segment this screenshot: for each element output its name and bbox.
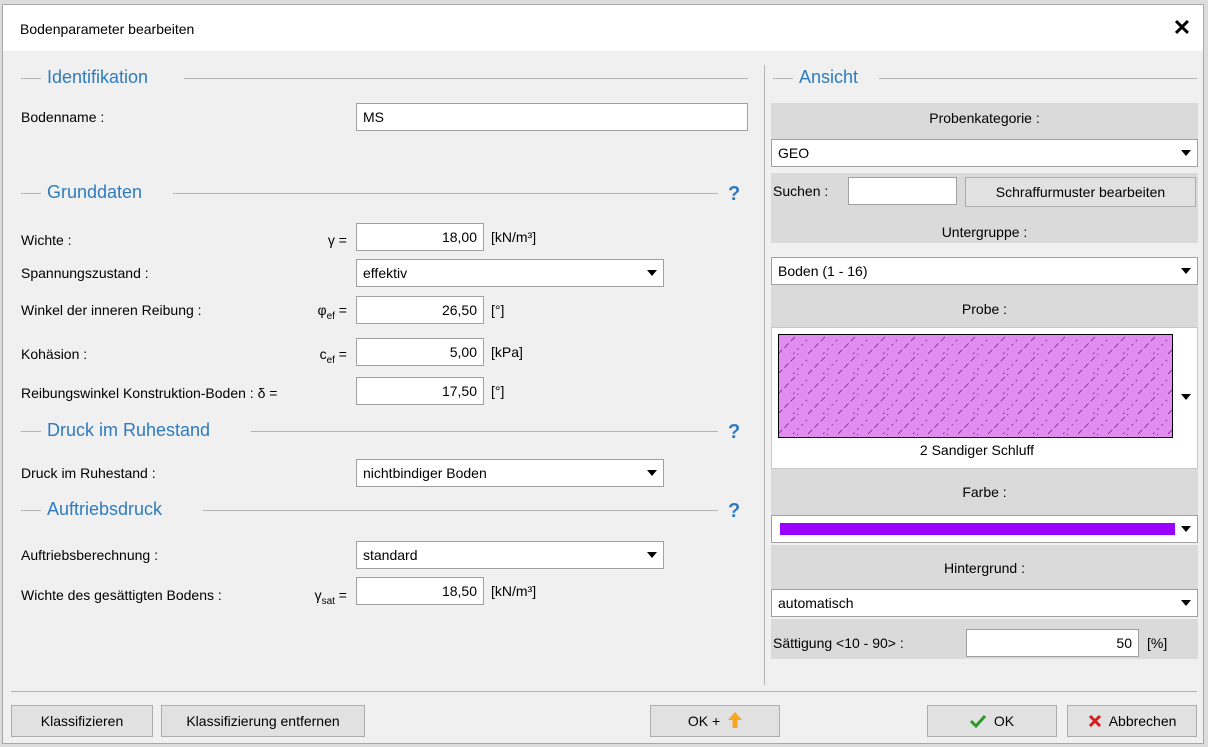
hintergrund-label: Hintergrund : (944, 560, 1025, 576)
section-line (203, 510, 718, 511)
suchen-input[interactable] (848, 177, 957, 205)
reibungswinkel-label: Reibungswinkel Konstruktion-Boden : δ = (21, 385, 278, 401)
bodenname-input[interactable]: MS (356, 103, 748, 131)
spannungszustand-label: Spannungszustand : (21, 265, 149, 281)
help-icon-druck[interactable]: ? (728, 421, 740, 444)
gesaettigt-symbol: γsat = (314, 587, 347, 607)
probenkategorie-select[interactable]: GEO (771, 139, 1198, 167)
untergruppe-value: Boden (1 - 16) (778, 263, 868, 279)
abbrechen-label: Abbrechen (1108, 713, 1177, 729)
close-icon[interactable]: ✕ (1169, 15, 1195, 41)
section-line (773, 78, 793, 79)
druck-select[interactable]: nichtbindiger Boden (356, 459, 664, 487)
ok-button[interactable]: OK (927, 705, 1057, 737)
hintergrund-value: automatisch (778, 595, 854, 611)
chevron-down-icon (1181, 526, 1191, 532)
spannungszustand-value: effektiv (363, 265, 408, 281)
saettigung-unit: [%] (1147, 635, 1168, 651)
checkmark-icon (969, 714, 987, 729)
winkel-label: Winkel der inneren Reibung : (21, 302, 202, 318)
section-title-grunddaten: Grunddaten (47, 182, 143, 202)
section-line (21, 431, 41, 432)
cancel-x-icon (1088, 714, 1101, 728)
chevron-down-icon (1181, 268, 1191, 274)
spannungszustand-select[interactable]: effektiv (356, 259, 664, 287)
reibungswinkel-unit: [°] (491, 383, 505, 399)
auftriebsberechnung-select[interactable]: standard (356, 541, 664, 569)
wichte-input[interactable]: 18,00 (356, 223, 484, 251)
chevron-down-icon (1181, 600, 1191, 606)
probenkategorie-value: GEO (778, 145, 810, 161)
saettigung-label: Sättigung <10 - 90> : (773, 635, 904, 651)
section-line (173, 193, 718, 194)
gesaettigt-input[interactable]: 18,50 (356, 577, 484, 605)
panel-divider (764, 65, 765, 685)
hintergrund-select[interactable]: automatisch (771, 589, 1198, 617)
bodenname-label: Bodenname : (21, 109, 105, 125)
auftriebsberechnung-label: Auftriebsberechnung : (21, 547, 158, 563)
section-line (21, 510, 41, 511)
klassifizieren-button[interactable]: Klassifizieren (11, 705, 153, 737)
druck-label: Druck im Ruhestand : (21, 465, 156, 481)
farbe-label: Farbe : (962, 484, 1007, 500)
saettigung-input[interactable]: 50 (966, 629, 1139, 657)
section-line (251, 431, 718, 432)
abbrechen-button[interactable]: Abbrechen (1067, 705, 1197, 737)
section-title-ansicht: Ansicht (799, 67, 859, 87)
schraffur-button[interactable]: Schraffurmuster bearbeiten (965, 177, 1196, 207)
dialog-title: Bodenparameter bearbeiten (20, 21, 195, 37)
chevron-down-icon (647, 552, 657, 558)
section-line (879, 78, 1197, 79)
hatch-pattern-icon (778, 334, 1173, 438)
ok-label: OK (993, 713, 1015, 729)
dialog-window: Bodenparameter bearbeiten ✕ Identifikati… (2, 4, 1204, 744)
section-title-auftrieb: Auftriebsdruck (47, 499, 163, 519)
section-title-druck: Druck im Ruhestand (47, 420, 211, 440)
untergruppe-select[interactable]: Boden (1 - 16) (771, 257, 1198, 285)
title-bar: Bodenparameter bearbeiten ✕ (3, 5, 1203, 51)
wichte-unit: [kN/m³] (491, 229, 537, 245)
chevron-down-icon (1181, 150, 1191, 156)
section-line (184, 78, 748, 79)
probenkategorie-label: Probenkategorie : (929, 110, 1040, 126)
wichte-symbol: γ = (327, 232, 347, 248)
help-icon-grunddaten[interactable]: ? (728, 183, 740, 206)
druck-value: nichtbindiger Boden (363, 465, 487, 481)
winkel-input[interactable]: 26,50 (356, 296, 484, 324)
ok-plus-button[interactable]: OK + (650, 705, 780, 737)
kohaesion-input[interactable]: 5,00 (356, 338, 484, 366)
wichte-label: Wichte : (21, 232, 72, 248)
auftriebsberechnung-value: standard (363, 547, 418, 563)
untergruppe-label: Untergruppe : (941, 224, 1028, 240)
section-line (21, 78, 41, 79)
ok-plus-label: OK + (687, 713, 721, 729)
help-icon-auftrieb[interactable]: ? (728, 500, 740, 523)
winkel-symbol: φef = (317, 302, 348, 322)
suchen-label: Suchen : (773, 183, 829, 199)
section-line (21, 193, 41, 194)
winkel-unit: [°] (491, 302, 505, 318)
probe-select[interactable]: 2 Sandiger Schluff (771, 327, 1198, 469)
probe-name: 2 Sandiger Schluff (919, 442, 1035, 458)
farbe-swatch (780, 523, 1175, 535)
kohaesion-unit: [kPa] (491, 344, 523, 360)
gesaettigt-label: Wichte des gesättigten Bodens : (21, 587, 222, 603)
gesaettigt-unit: [kN/m³] (491, 583, 537, 599)
chevron-down-icon (1181, 394, 1191, 400)
kohaesion-label: Kohäsion : (21, 346, 88, 362)
chevron-down-icon (647, 270, 657, 276)
arrow-up-icon (728, 712, 743, 728)
farbe-select[interactable] (771, 515, 1198, 543)
reibungswinkel-input[interactable]: 17,50 (356, 377, 484, 405)
probe-label: Probe : (961, 301, 1008, 317)
kohaesion-symbol: cef = (319, 346, 347, 366)
section-title-identifikation: Identifikation (47, 67, 149, 87)
footer-separator (11, 691, 1197, 692)
chevron-down-icon (647, 470, 657, 476)
klassifizierung-entfernen-button[interactable]: Klassifizierung entfernen (161, 705, 365, 737)
